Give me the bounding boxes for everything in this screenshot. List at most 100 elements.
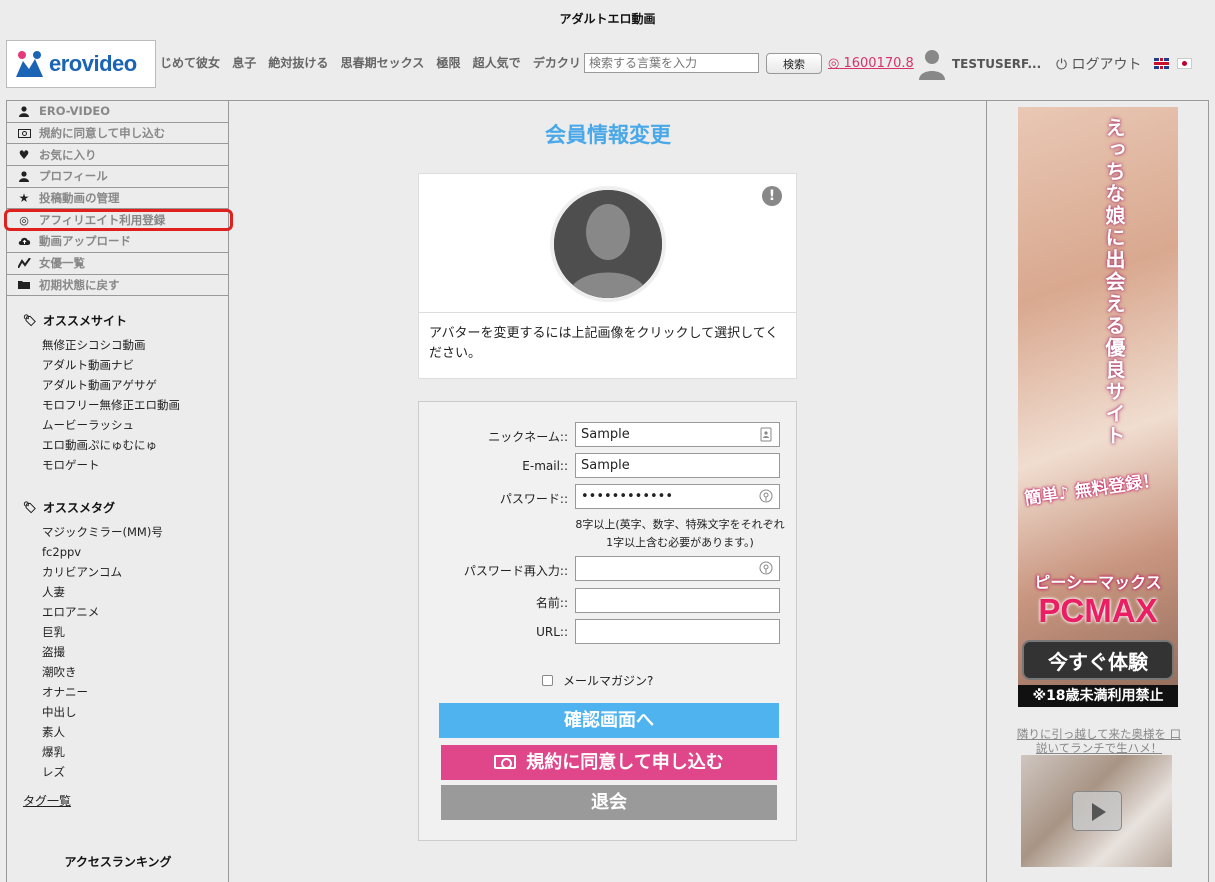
power-icon: ⏻ (1056, 57, 1068, 73)
main-content: 会員情報変更 ! アバターを変更するには上記画像をクリックして選択してください。… (230, 101, 986, 882)
japan-flag-icon[interactable] (1176, 58, 1192, 69)
password-hint: 8字以上(英字、数字、特殊文字をそれぞれ1字以上含む必要があります。) (575, 518, 785, 549)
sidebar-item-label: ERO-VIDEO (39, 104, 110, 119)
key-icon[interactable] (759, 561, 773, 576)
user-icon (17, 170, 31, 182)
header-tag-link[interactable]: 思春期セックス (341, 56, 425, 70)
user-avatar-icon[interactable] (918, 48, 946, 80)
nickname-row: ニックネーム:: (419, 422, 798, 448)
recommended-tag-link[interactable]: マジックミラー(MM)号 (42, 522, 228, 542)
recommended-tag-link[interactable]: オナニー (42, 682, 228, 702)
sidebar-item-label: アフィリエイト利用登録 (39, 213, 166, 228)
sidebar-item-label: 女優一覧 (39, 256, 85, 271)
cloud-upload-icon (17, 235, 31, 247)
avatar-image[interactable] (550, 186, 666, 302)
alert-icon[interactable]: ! (762, 186, 782, 206)
page-title: 会員情報変更 (545, 123, 671, 147)
password-row: パスワード:: (419, 484, 798, 510)
tags-icon: 🏷 (23, 501, 37, 515)
name-label: 名前:: (535, 596, 568, 610)
password-field[interactable] (575, 484, 780, 509)
recommended-site-link[interactable]: エロ動画ぷにゅむにゅ (42, 435, 228, 455)
header-tag-link[interactable]: 息子 (232, 56, 256, 70)
ad-free-signup: 簡単♪ 無料登録！ (1023, 470, 1161, 510)
logout-link[interactable]: ⏻ ログアウト (1056, 54, 1142, 74)
sidebar-item-agree-apply[interactable]: 規約に同意して申し込む (7, 123, 228, 145)
contact-card-icon[interactable] (759, 427, 773, 442)
main-frame: ERO-VIDEO 規約に同意して申し込む ♥ お気に入り プロフィール ★ 投… (4, 100, 1209, 882)
username[interactable]: TESTUSERF... (952, 57, 1041, 71)
target-icon: ◎ (19, 213, 29, 227)
recommended-site-link[interactable]: モロフリー無修正エロ動画 (42, 395, 228, 415)
recommended-sites-title: オススメサイト (42, 314, 127, 329)
sidebar-item-reset[interactable]: 初期状態に戻す (7, 275, 228, 297)
recommended-tag-link[interactable]: レズ (42, 762, 228, 782)
logo-mark-icon (16, 51, 43, 77)
email-field[interactable] (575, 453, 780, 478)
sidebar-item-upload[interactable]: 動画アップロード (7, 231, 228, 253)
card-divider (419, 312, 796, 313)
points-value: 1600170.8 (843, 56, 914, 71)
recommended-tag-link[interactable]: 潮吹き (42, 662, 228, 682)
name-field[interactable] (575, 588, 780, 613)
recommended-tag-link[interactable]: 爆乳 (42, 742, 228, 762)
money-icon (494, 755, 517, 769)
site-logo[interactable]: erovideo (6, 40, 156, 88)
sidebar-item-actresses[interactable]: 女優一覧 (7, 253, 228, 275)
withdraw-button[interactable]: 退会 (441, 785, 777, 820)
confirm-button[interactable]: 確認画面へ (439, 703, 779, 738)
sidebar-item-label: プロフィール (39, 169, 108, 184)
sidebar-item-label: 動画アップロード (39, 234, 131, 249)
recommended-tag-link[interactable]: fc2ppv (42, 542, 228, 562)
recommended-tag-link[interactable]: 人妻 (42, 582, 228, 602)
url-row: URL:: (419, 619, 798, 645)
side-video-thumbnail[interactable] (1021, 755, 1172, 867)
url-label: URL:: (536, 625, 568, 639)
recommended-site-link[interactable]: モロゲート (42, 455, 228, 475)
star-icon: ★ (18, 191, 30, 206)
recommended-site-link[interactable]: アダルト動画ナビ (42, 355, 228, 375)
newsletter-label: メールマガジン? (563, 674, 654, 688)
header-tag-link[interactable]: じめて彼女 (160, 56, 220, 70)
ad-banner[interactable]: えっちな娘に出会える優良サイト 簡単♪ 無料登録！ ピーシーマックス PCMAX… (1018, 107, 1178, 707)
search-button[interactable]: 検索 (766, 53, 822, 74)
recommended-tag-link[interactable]: 盗撮 (42, 642, 228, 662)
tags-icon: 🏷 (23, 314, 37, 328)
newsletter-row: メールマガジン? (542, 672, 653, 689)
recommended-tag-link[interactable]: 中出し (42, 702, 228, 722)
sidebar-item-affiliate[interactable]: ◎ アフィリエイト利用登録 (4, 209, 233, 232)
header-tag-link[interactable]: 超人気で (473, 56, 521, 70)
newsletter-checkbox[interactable] (542, 675, 553, 686)
header-tag-link[interactable]: デカクリ (533, 56, 581, 70)
sidebar-item-manage-videos[interactable]: ★ 投稿動画の管理 (7, 188, 228, 210)
points-link[interactable]: ◎ 1600170.8 (828, 56, 914, 71)
recommended-tag-link[interactable]: エロアニメ (42, 602, 228, 622)
play-icon[interactable] (1072, 791, 1122, 831)
uk-flag-icon[interactable] (1154, 58, 1169, 69)
agree-apply-button[interactable]: 規約に同意して申し込む (441, 745, 777, 780)
recommended-sites-heading: 🏷 オススメサイト (23, 312, 228, 329)
key-icon[interactable] (759, 489, 773, 504)
sidebar-item-profile[interactable]: プロフィール (7, 166, 228, 188)
recommended-tag-link[interactable]: カリビアンコム (42, 562, 228, 582)
recommended-tag-link[interactable]: 巨乳 (42, 622, 228, 642)
recommended-site-link[interactable]: ムービーラッシュ (42, 415, 228, 435)
recommended-tag-link[interactable]: 素人 (42, 722, 228, 742)
recommended-site-link[interactable]: アダルト動画アゲサゲ (42, 375, 228, 395)
side-video-title[interactable]: 隣りに引っ越して来た奥様を 口説いてランチで生ハメ！ (1015, 727, 1183, 755)
url-field[interactable] (575, 619, 780, 644)
header-tag-link[interactable]: 極限 (436, 56, 460, 70)
sidebar-item-favorites[interactable]: ♥ お気に入り (7, 144, 228, 167)
recommended-site-link[interactable]: 無修正シコシコ動画 (42, 335, 228, 355)
tag-list-link[interactable]: タグ一覧 (23, 792, 228, 809)
sidebar-item-label: 初期状態に戻す (39, 277, 120, 292)
logout-label: ログアウト (1071, 57, 1142, 73)
header-tag-link[interactable]: 絶対抜ける (268, 56, 328, 70)
ad-cta-button[interactable]: 今すぐ体験 (1022, 640, 1174, 680)
password-confirm-field[interactable] (575, 556, 780, 581)
search-input[interactable] (584, 53, 759, 73)
nickname-field[interactable] (575, 422, 780, 447)
nickname-label: ニックネーム:: (488, 430, 568, 444)
sidebar-item-ero-video[interactable]: ERO-VIDEO (7, 101, 228, 123)
sidebar-item-label: 投稿動画の管理 (39, 191, 120, 206)
